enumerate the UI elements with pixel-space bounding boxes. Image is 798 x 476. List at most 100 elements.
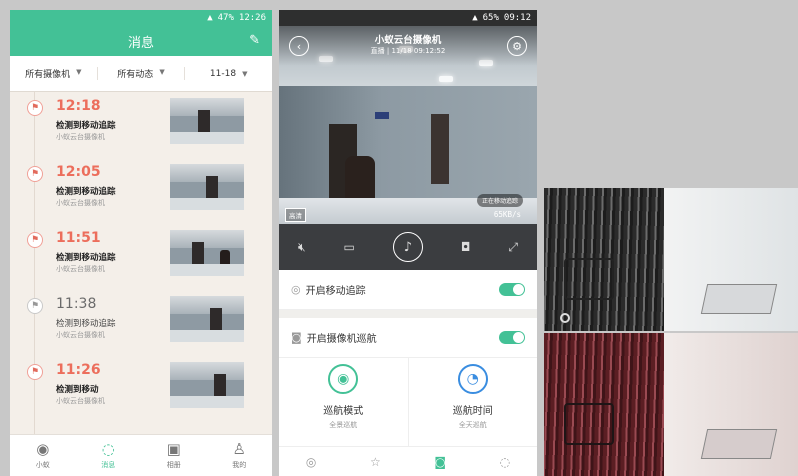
event-title: 检测到移动追踪 [56, 187, 116, 197]
event-time: 12:05 [56, 164, 101, 180]
tracking-toggle[interactable] [499, 283, 525, 296]
tab-messages[interactable]: ◌ 消息 [76, 435, 142, 476]
star-icon[interactable]: ☆ [370, 455, 381, 469]
tab-label: 小蚁 [35, 460, 50, 469]
location-pin-icon: ◉ [328, 364, 359, 394]
messages-header: 消息 ✎ [10, 26, 272, 56]
motion-icon: ⚑ [27, 298, 43, 314]
tab-album[interactable]: ▣ 相册 [141, 435, 207, 476]
cruise-tab-icon[interactable]: ◙ [434, 455, 446, 469]
cruise-icon: ◙ [291, 331, 302, 344]
event-source: 小蚁云台摄像机 [56, 133, 105, 141]
filter-activity-dropdown[interactable]: 所有动态 ▼ [98, 67, 186, 80]
event-thumbnail[interactable] [170, 230, 244, 276]
event-thumbnail[interactable] [170, 362, 244, 408]
live-view-screen: ▲ 65% 09:12 ‹ 小蚁云台摄像机 直播 | 11/18 09:12:5… [279, 10, 537, 476]
microphone-icon[interactable]: ♪ [392, 232, 423, 262]
live-video[interactable]: ‹ 小蚁云台摄像机 直播 | 11/18 09:12:52 ⚙ 正在移动追踪 高… [279, 26, 537, 224]
control-bar: 🔇︎ ▭ ♪ ◘ ⤢ [279, 224, 537, 270]
battery-level: 47% [217, 13, 234, 23]
toggle-label: 开启摄像机巡航 [306, 334, 377, 345]
event-thumbnail[interactable] [170, 296, 244, 342]
motion-icon: ⚑ [27, 232, 43, 248]
list-item[interactable]: ⚑ 11:38 检测到移动追踪 小蚁云台摄像机 [10, 290, 272, 350]
chevron-down-icon: ▼ [242, 69, 248, 78]
toggle-label: 开启移动追踪 [305, 286, 366, 297]
event-time: 11:26 [56, 362, 101, 378]
clock-icon: ◔ [457, 364, 488, 394]
fullscreen-icon[interactable]: ⤢ [508, 240, 518, 255]
filter-label: 所有摄像机 [25, 70, 71, 80]
list-item[interactable]: ⚑ 12:05 检测到移动追踪 小蚁云台摄像机 [10, 158, 272, 218]
record-icon[interactable]: ▭ [344, 240, 355, 254]
tracking-badge: 正在移动追踪 [476, 194, 523, 207]
tab-camera[interactable]: ◉ 小蚁 [10, 435, 76, 476]
mute-icon[interactable]: 🔇︎ [298, 240, 306, 255]
cruise-toggle[interactable] [499, 331, 525, 344]
event-time: 11:51 [56, 230, 101, 246]
event-source: 小蚁云台摄像机 [56, 265, 105, 273]
section-divider [279, 310, 537, 318]
tab-label: 相册 [166, 460, 181, 469]
battery-level: 65% [482, 13, 499, 23]
mode-label: 巡航时间 [452, 406, 493, 417]
signal-icon: ▲ [207, 13, 213, 23]
motion-icon: ⚑ [27, 100, 43, 116]
cruise-mode-option[interactable]: ◉ 巡航模式 全景巡航 [279, 358, 408, 446]
event-thumbnail[interactable] [170, 164, 244, 210]
filter-date-dropdown[interactable]: 11-18 ▼ [185, 69, 272, 79]
quality-button[interactable]: 高清 [285, 208, 306, 222]
message-icon: ◌ [101, 439, 115, 458]
page-title: 消息 [127, 35, 154, 51]
camera-photo-color [544, 333, 798, 476]
album-icon: ▣ [166, 439, 181, 458]
event-thumbnail[interactable] [170, 98, 244, 144]
filter-camera-dropdown[interactable]: 所有摄像机 ▼ [10, 67, 98, 80]
cruise-options: ◉ 巡航模式 全景巡航 ◔ 巡航时间 全天巡航 [279, 358, 537, 446]
chevron-down-icon: ▼ [76, 68, 82, 76]
target-icon[interactable]: ◎ [306, 455, 316, 469]
function-tab-bar: ◎ ☆ ◙ ◌ [279, 446, 537, 476]
camera-name: 小蚁云台摄像机 [374, 35, 442, 46]
camera-photo-bw [544, 188, 798, 331]
mode-sub: 全景巡航 [329, 421, 358, 429]
list-item[interactable]: ⚑ 11:51 检测到移动追踪 小蚁云台摄像机 [10, 224, 272, 284]
tab-label: 消息 [101, 460, 116, 469]
snapshot-icon[interactable]: ◘ [461, 240, 471, 254]
status-time: 12:26 [238, 13, 266, 23]
profile-icon: ♙ [232, 439, 246, 458]
filter-label: 所有动态 [117, 70, 154, 80]
settings-icon[interactable]: ⚙ [507, 36, 527, 56]
event-source: 小蚁云台摄像机 [56, 331, 105, 339]
signal-icon: ▲ [472, 13, 478, 23]
mode-label: 巡航模式 [323, 406, 364, 417]
tracking-icon: ◎ [291, 283, 301, 296]
mode-sub: 全天巡航 [458, 421, 487, 429]
status-time: 09:12 [503, 13, 531, 23]
list-item[interactable]: ⚑ 12:18 检测到移动追踪 小蚁云台摄像机 [10, 92, 272, 152]
bottom-tab-bar: ◉ 小蚁 ◌ 消息 ▣ 相册 ♙ 我的 [10, 434, 272, 476]
messages-screen: ▲ 47% 12:26 消息 ✎ 所有摄像机 ▼ 所有动态 ▼ 11-18 ▼ … [10, 10, 272, 476]
event-title: 检测到移动追踪 [56, 121, 116, 131]
edit-icon[interactable]: ✎ [249, 33, 260, 48]
event-title: 检测到移动追踪 [56, 319, 116, 329]
filter-bar: 所有摄像机 ▼ 所有动态 ▼ 11-18 ▼ [10, 56, 272, 92]
list-item[interactable]: ⚑ 11:26 检测到移动 小蚁云台摄像机 [10, 356, 272, 416]
tab-profile[interactable]: ♙ 我的 [207, 435, 273, 476]
filter-label: 11-18 [209, 68, 237, 79]
live-timestamp: 直播 | 11/18 09:12:52 [370, 47, 446, 55]
toggle-row-tracking: ◎ 开启移动追踪 [279, 270, 537, 310]
tab-label: 我的 [232, 460, 247, 469]
event-source: 小蚁云台摄像机 [56, 397, 105, 405]
more-icon[interactable]: ◌ [500, 455, 510, 469]
cruise-time-option[interactable]: ◔ 巡航时间 全天巡航 [407, 358, 538, 446]
toggle-row-cruise: ◙ 开启摄像机巡航 [279, 318, 537, 358]
status-bar: ▲ 65% 09:12 [279, 10, 537, 26]
status-bar: ▲ 47% 12:26 [10, 10, 272, 26]
event-source: 小蚁云台摄像机 [56, 199, 105, 207]
event-title: 检测到移动 [56, 385, 99, 395]
motion-icon: ⚑ [27, 364, 43, 380]
event-title: 检测到移动追踪 [56, 253, 116, 263]
camera-icon: ◉ [36, 439, 50, 458]
bitrate: 65KB/s [493, 210, 521, 219]
